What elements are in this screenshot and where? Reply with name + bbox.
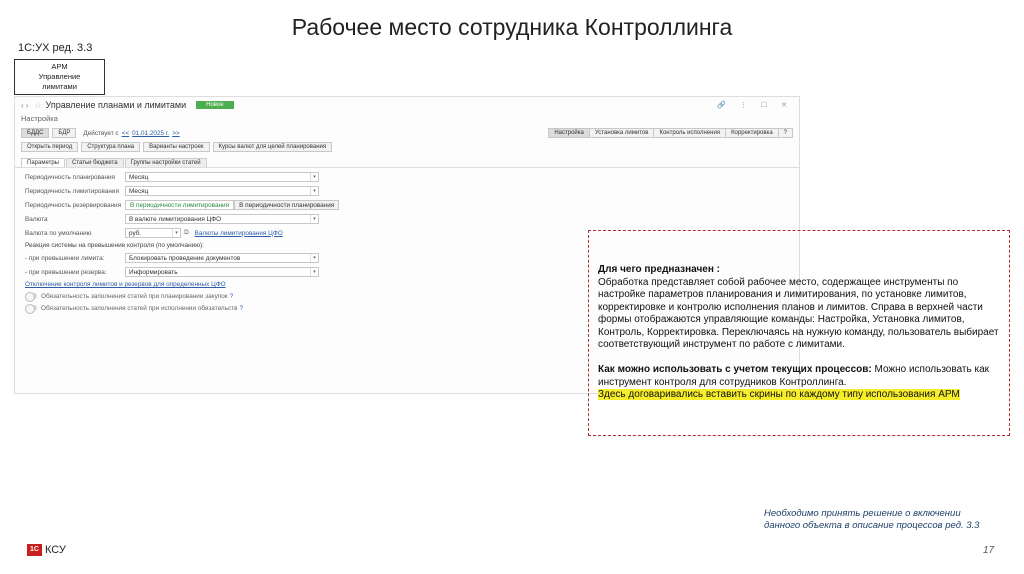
open-period-button[interactable]: Открыть период [21,142,79,152]
set-limits-command-button[interactable]: Установка лимитов [588,128,655,138]
control-command-button[interactable]: Контроль исполнения [653,128,727,138]
open-icon[interactable]: ⧉ [184,229,189,237]
window-title: Управление планами и лимитами [45,100,187,110]
plan-structure-button[interactable]: Структура плана [81,142,141,152]
settings-command-button[interactable]: Настройка [548,128,590,138]
currency-select[interactable]: В валюте лимитирования ЦФО ▾ [125,214,319,224]
forward-icon[interactable]: › [26,101,29,110]
command-switcher: Настройка Установка лимитов Контроль исп… [548,128,793,138]
planning-period-label: Периодичность планирования [25,173,116,181]
tab-budget-items[interactable]: Статьи бюджета [65,158,124,167]
toggle-label: Обязательность заполнения статей при исп… [41,304,238,312]
star-icon[interactable]: ☆ [34,101,41,110]
toggle-label: Обязательность заполнения статей при пла… [41,292,228,300]
setting-variants-button[interactable]: Варианты настроек [143,142,210,152]
decision-note: Необходимо принять решение о включении д… [764,508,979,532]
arm-box-line: АРМ [51,62,68,71]
tab-bar: Параметры Статьи бюджета Группы настройк… [15,158,799,168]
reserve-exceed-select[interactable]: Информировать ▾ [125,267,319,277]
default-currency-value: руб. [129,229,142,237]
disable-control-link[interactable]: Отключение контроля лимитов и резервов д… [25,281,226,288]
decision-note-line: данного объекта в описание процессов ред… [764,520,980,531]
planning-period-select[interactable]: Месяц ▾ [125,172,319,182]
prev-period-icon[interactable]: << [122,130,129,137]
arm-box-line: Управление [38,72,81,81]
next-period-icon[interactable]: >> [172,130,179,137]
product-version: 1С:УХ ред. 3.3 [18,42,93,54]
limit-period-select[interactable]: Месяц ▾ [125,186,319,196]
chevron-down-icon[interactable]: ▾ [310,215,318,223]
back-icon[interactable]: ‹ [21,101,24,110]
new-button[interactable]: Новое [196,101,234,109]
chevron-down-icon[interactable]: ▾ [310,254,318,262]
form-row: Валюта В валюте лимитирования ЦФО ▾ [21,212,793,226]
window-controls-icons[interactable]: 🔗 ⋮ ☐ ✕ [717,101,793,109]
chevron-down-icon[interactable]: ▾ [172,229,180,237]
acts-from-label: Действует с [83,129,119,137]
help-icon[interactable]: ? [230,293,234,300]
reserve-option-limit[interactable]: В периодичности лимитирования [125,200,235,210]
usage-heading: Как можно использовать с учетом текущих … [598,364,872,375]
highlighted-note: Здесь договаривались вставить скрины по … [598,389,960,400]
limit-exceed-label: - при превышении лимита: [25,254,105,262]
currency-label: Валюта [25,215,48,223]
tab-item-groups[interactable]: Группы настройки статей [124,158,207,167]
limit-exceed-select[interactable]: Блокировать проведение документов ▾ [125,253,319,263]
obligations-toggle[interactable] [25,304,37,314]
chevron-down-icon[interactable]: ▾ [310,187,318,195]
purpose-text: Обработка представляет собой рабочее мес… [598,276,999,351]
reserve-exceed-label: - при превышении резерва: [25,268,107,276]
slide-title: Рабочее место сотрудника Контроллинга [291,14,733,40]
breadcrumb: Настройка [21,114,58,123]
bdds-button[interactable]: БДДС [21,128,50,138]
tab-parameters[interactable]: Параметры [21,158,65,167]
ksu-logo: 1С КСУ [27,544,66,556]
1c-logo-mark: 1С [27,544,42,556]
correction-command-button[interactable]: Корректировка [725,128,779,138]
form-row: Периодичность резервирования В периодичн… [21,198,793,212]
window-header: ‹ › ☆ Управление планами и лимитами Ново… [15,97,799,113]
arm-box-line: лимитами [42,82,77,91]
arm-box: АРМ Управление лимитами [14,59,105,95]
chevron-down-icon[interactable]: ▾ [310,173,318,181]
default-currency-label: Валюта по умолчанию [25,229,92,237]
date-link[interactable]: 01.01.2025 г. [132,130,169,137]
bdr-button[interactable]: БДР [52,128,77,138]
purchase-planning-toggle[interactable] [25,292,37,302]
reserve-option-plan[interactable]: В периодичности планирования [234,200,340,210]
limit-period-value: Месяц [129,187,149,195]
logo-text: КСУ [45,544,66,556]
help-icon[interactable]: ? [240,305,244,312]
form-row: Периодичность лимитирования Месяц ▾ [21,184,793,198]
limit-exceed-value: Блокировать проведение документов [129,254,241,262]
description-box: Для чего предназначен : Обработка предст… [588,230,1010,436]
reserve-period-label: Периодичность резервирования [25,201,122,209]
currency-rates-button[interactable]: Курсы валют для целей планирования [212,142,333,152]
chevron-down-icon[interactable]: ▾ [310,268,318,276]
default-currency-field[interactable]: руб. ▾ [125,228,181,238]
help-button[interactable]: ? [777,128,793,138]
form-row: Периодичность планирования Месяц ▾ [21,170,793,184]
currencies-link[interactable]: Валюты лимитирования ЦФО [195,230,283,237]
planning-period-value: Месяц [129,173,149,181]
purpose-heading: Для чего предназначен : [598,264,720,275]
toolbar-main: БДДС БДР Действует с << 01.01.2025 г. >>… [15,124,799,142]
decision-note-line: Необходимо принять решение о включении [764,508,961,519]
limit-period-label: Периодичность лимитирования [25,187,119,195]
reserve-exceed-value: Информировать [129,268,178,276]
toolbar-actions: Открыть период Структура плана Варианты … [15,142,799,156]
page-number: 17 [983,545,995,556]
reserve-period-switch: В периодичности лимитирования В периодич… [125,200,340,210]
currency-value: В валюте лимитирования ЦФО [129,215,222,223]
